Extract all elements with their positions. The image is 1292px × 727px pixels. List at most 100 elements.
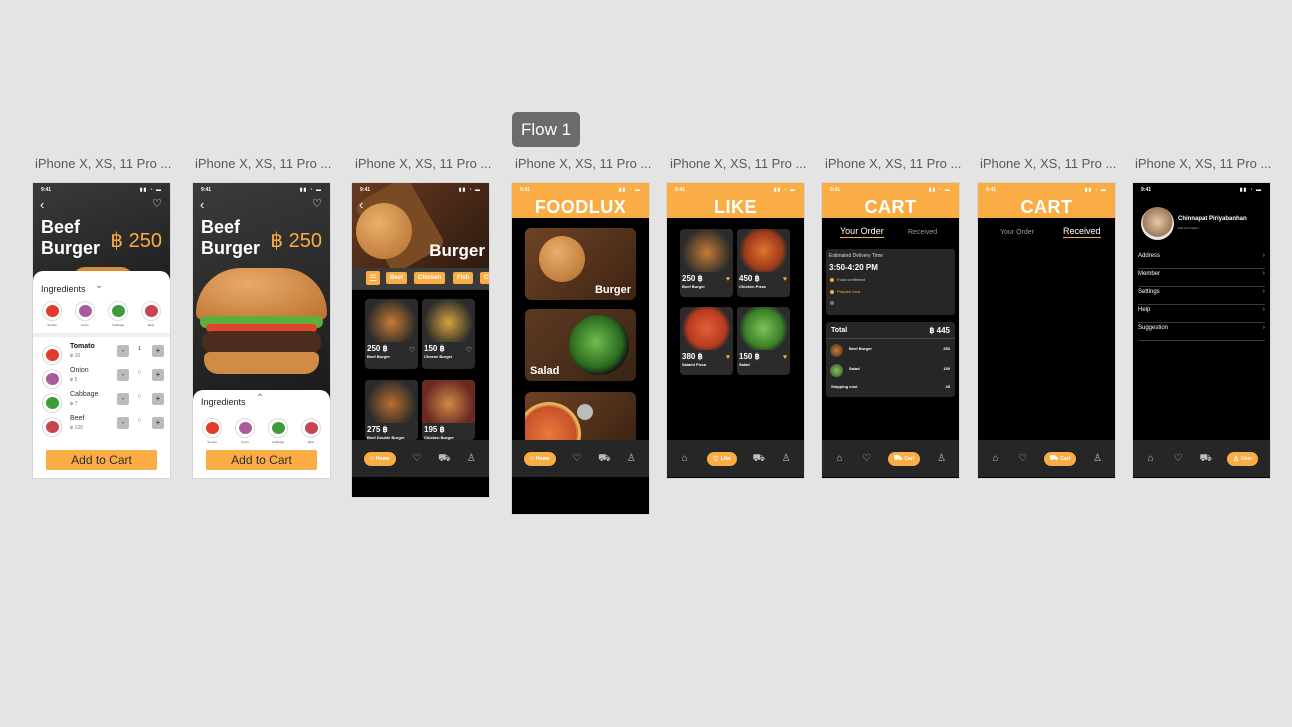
chip-beef[interactable]: Beef xyxy=(141,301,161,327)
cart-icon[interactable]: ⛟ xyxy=(1199,453,1212,464)
category-card-salad[interactable]: Salad xyxy=(525,309,636,381)
cart-icon[interactable]: ⛟ xyxy=(598,453,611,464)
frame-label-4[interactable]: iPhone X, XS, 11 Pro ... xyxy=(515,156,651,171)
plus-button[interactable]: + xyxy=(152,369,164,381)
tab-your-order[interactable]: Your Order xyxy=(840,226,884,238)
nav-home-button[interactable]: ⌂ Home xyxy=(363,451,396,466)
nav-cart-button[interactable]: ⛟ Cart xyxy=(887,451,921,466)
back-icon[interactable]: ‹ xyxy=(359,197,363,212)
heart-icon[interactable]: ♡ xyxy=(152,197,162,210)
add-to-cart-button[interactable]: Add to Cart xyxy=(206,450,317,470)
food-card[interactable]: 275 ฿ Beef Double Burger xyxy=(365,380,418,440)
plus-button[interactable]: + xyxy=(152,393,164,405)
user-icon[interactable]: ♙ xyxy=(465,453,477,464)
nav-home-button[interactable]: ⌂ Home xyxy=(523,451,556,466)
filter-chip-more[interactable]: Ch xyxy=(480,272,489,284)
tab-received[interactable]: Received xyxy=(1063,226,1101,238)
chip-label: Cabbage xyxy=(111,323,125,327)
heart-filled-icon[interactable]: ♥ xyxy=(783,354,787,361)
ingredient-name: Tomato xyxy=(70,343,95,350)
chip-cabbage[interactable]: Cabbage xyxy=(108,301,128,327)
chip-label: Beef xyxy=(307,440,315,444)
plus-button[interactable]: + xyxy=(152,417,164,429)
frame-label-7[interactable]: iPhone X, XS, 11 Pro ... xyxy=(980,156,1116,171)
back-icon[interactable]: ‹ xyxy=(40,197,44,212)
minus-button[interactable]: - xyxy=(117,345,129,357)
tab-received[interactable]: Received xyxy=(908,229,937,236)
beef-icon xyxy=(301,418,321,438)
user-icon[interactable]: ♙ xyxy=(935,453,947,464)
back-icon[interactable]: ‹ xyxy=(200,197,204,212)
chevron-down-icon[interactable]: ⌄ xyxy=(95,280,103,291)
home-icon[interactable]: ⌂ xyxy=(990,453,1002,464)
heart-filled-icon[interactable]: ♥ xyxy=(783,276,787,283)
frame-label-6[interactable]: iPhone X, XS, 11 Pro ... xyxy=(825,156,961,171)
heart-icon[interactable]: ♡ xyxy=(409,346,415,354)
food-image xyxy=(737,307,790,350)
heart-icon[interactable]: ♡ xyxy=(571,453,583,464)
avatar[interactable] xyxy=(1141,207,1174,240)
chip-beef[interactable]: Beef xyxy=(301,418,321,444)
frame-label-2[interactable]: iPhone X, XS, 11 Pro ... xyxy=(195,156,331,171)
nav-user-button[interactable]: ♙ User xyxy=(1226,451,1259,466)
heart-icon[interactable]: ♡ xyxy=(1172,453,1184,464)
filter-chip-chicken[interactable]: Chicken xyxy=(414,272,446,284)
food-card[interactable]: 195 ฿ Chicken Burger xyxy=(422,380,475,440)
heart-icon[interactable]: ♡ xyxy=(1017,453,1029,464)
food-card[interactable]: 250 ฿ Beef Burger ♡ xyxy=(365,299,418,369)
add-to-cart-button[interactable]: Add to Cart xyxy=(46,450,157,470)
nav-cart-button[interactable]: ⛟ Cart xyxy=(1043,451,1077,466)
heart-filled-icon[interactable]: ♥ xyxy=(726,276,730,283)
menu-item-address[interactable]: Address › xyxy=(1138,251,1265,269)
food-price: 150 ฿ xyxy=(424,344,445,353)
chip-onion[interactable]: Onion xyxy=(75,301,95,327)
user-icon[interactable]: ♙ xyxy=(780,453,792,464)
heart-icon[interactable]: ♡ xyxy=(312,197,322,210)
minus-button[interactable]: - xyxy=(117,393,129,405)
heart-icon[interactable]: ♡ xyxy=(411,453,423,464)
menu-item-help[interactable]: Help › xyxy=(1138,305,1265,323)
user-icon[interactable]: ♙ xyxy=(625,453,637,464)
user-icon[interactable]: ♙ xyxy=(1091,453,1103,464)
frame-label-8[interactable]: iPhone X, XS, 11 Pro ... xyxy=(1135,156,1271,171)
filter-icon[interactable]: ☰ xyxy=(366,271,380,285)
frame-burger-list: 9:41 ▮▮ ◔ ▬ ‹ Burger ☰ Beef Chicken Fish … xyxy=(352,183,489,497)
heart-icon[interactable]: ♡ xyxy=(466,346,472,354)
nav-like-button[interactable]: ♡ Like xyxy=(706,451,737,466)
home-icon[interactable]: ⌂ xyxy=(1145,453,1157,464)
chevron-up-icon[interactable]: ⌃ xyxy=(256,393,264,404)
heart-icon[interactable]: ♡ xyxy=(861,453,873,464)
cart-icon[interactable]: ⛟ xyxy=(438,453,451,464)
minus-button[interactable]: - xyxy=(117,369,129,381)
plus-button[interactable]: + xyxy=(152,345,164,357)
category-card-burger[interactable]: Burger xyxy=(525,228,636,300)
home-icon[interactable]: ⌂ xyxy=(834,453,846,464)
liked-card[interactable]: 250 ฿ Beef Burger ♥ xyxy=(680,229,733,297)
food-card[interactable]: 150 ฿ Cheese Burger ♡ xyxy=(422,299,475,369)
liked-card[interactable]: 450 ฿ Chicken Pizza ♥ xyxy=(737,229,790,297)
signal-icons: ▮▮ ◔ ▬ xyxy=(773,187,796,193)
chip-tomato[interactable]: Tomato xyxy=(42,301,62,327)
profile-edit-link[interactable]: Edit information xyxy=(1178,226,1199,230)
liked-card[interactable]: 380 ฿ Salami Pizza ♥ xyxy=(680,307,733,375)
chevron-right-icon: › xyxy=(1262,288,1265,295)
filter-chip-beef[interactable]: Beef xyxy=(386,272,408,284)
chip-tomato[interactable]: Tomato xyxy=(202,418,222,444)
chip-cabbage[interactable]: Cabbage xyxy=(268,418,288,444)
category-card-pizza[interactable] xyxy=(525,392,636,440)
menu-item-settings[interactable]: Settings › xyxy=(1138,287,1265,305)
heart-filled-icon[interactable]: ♥ xyxy=(726,354,730,361)
frame-label-1[interactable]: iPhone X, XS, 11 Pro ... xyxy=(35,156,171,171)
minus-button[interactable]: - xyxy=(117,417,129,429)
menu-item-member[interactable]: Member › xyxy=(1138,269,1265,287)
tab-your-order[interactable]: Your Order xyxy=(1000,229,1034,236)
frame-label-3[interactable]: iPhone X, XS, 11 Pro ... xyxy=(355,156,491,171)
cart-icon[interactable]: ⛟ xyxy=(752,453,765,464)
filter-chip-fish[interactable]: Fish xyxy=(453,272,474,284)
frame-label-5[interactable]: iPhone X, XS, 11 Pro ... xyxy=(670,156,806,171)
chip-onion[interactable]: Onion xyxy=(235,418,255,444)
menu-item-suggestion[interactable]: Suggestion › xyxy=(1138,323,1265,341)
liked-card[interactable]: 150 ฿ Salad ♥ xyxy=(737,307,790,375)
flow-tag[interactable]: Flow 1 xyxy=(512,112,580,147)
home-icon[interactable]: ⌂ xyxy=(679,453,691,464)
